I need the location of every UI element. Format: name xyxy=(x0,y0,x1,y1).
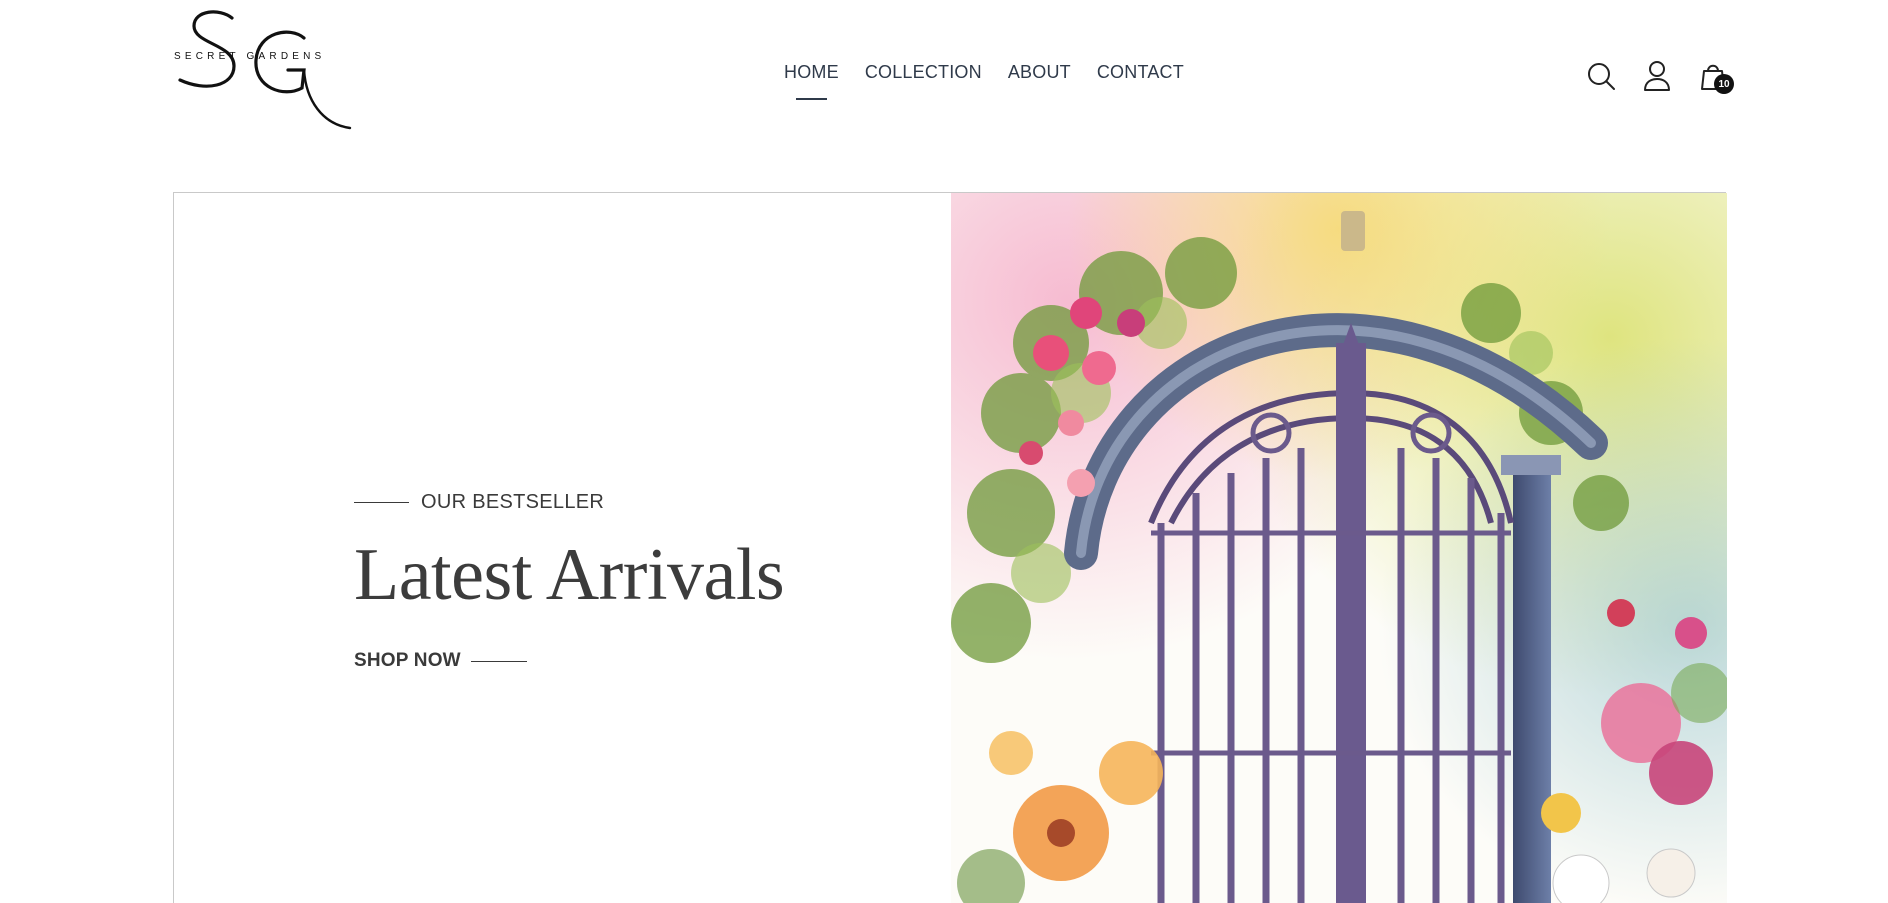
eyebrow-divider xyxy=(354,502,409,503)
nav-collection[interactable]: COLLECTION xyxy=(865,62,982,83)
user-icon xyxy=(1644,61,1670,91)
cart-button[interactable]: 10 xyxy=(1698,60,1734,94)
shop-now-label: SHOP NOW xyxy=(354,650,461,671)
search-icon xyxy=(1588,63,1615,90)
nav-about[interactable]: ABOUT xyxy=(1008,62,1071,83)
hero-title: Latest Arrivals xyxy=(354,534,785,616)
nav-home[interactable]: HOME xyxy=(784,62,839,100)
account-button[interactable] xyxy=(1642,60,1672,92)
search-button[interactable] xyxy=(1586,60,1616,92)
shop-now-link[interactable]: SHOP NOW xyxy=(354,650,914,672)
header-actions: 10 xyxy=(1586,60,1734,94)
hero-eyebrow: OUR BESTSELLER xyxy=(354,491,914,514)
hero-banner: OUR BESTSELLER Latest Arrivals SHOP NOW xyxy=(173,192,1727,903)
page: SECRET GARDENS HOME COLLECTION ABOUT CON… xyxy=(0,0,1888,903)
eyebrow-label: OUR BESTSELLER xyxy=(421,491,605,513)
brand-logo[interactable]: SECRET GARDENS xyxy=(172,4,354,132)
cart-count-badge: 10 xyxy=(1714,74,1734,94)
shop-now-divider xyxy=(470,660,527,662)
hero-image xyxy=(951,193,1727,903)
site-header: SECRET GARDENS HOME COLLECTION ABOUT CON… xyxy=(0,0,1888,140)
brand-name: SECRET GARDENS xyxy=(174,51,325,62)
main-nav: HOME COLLECTION ABOUT CONTACT xyxy=(784,62,1184,100)
hero-text: OUR BESTSELLER Latest Arrivals SHOP NOW xyxy=(354,491,914,672)
nav-contact[interactable]: CONTACT xyxy=(1097,62,1184,83)
